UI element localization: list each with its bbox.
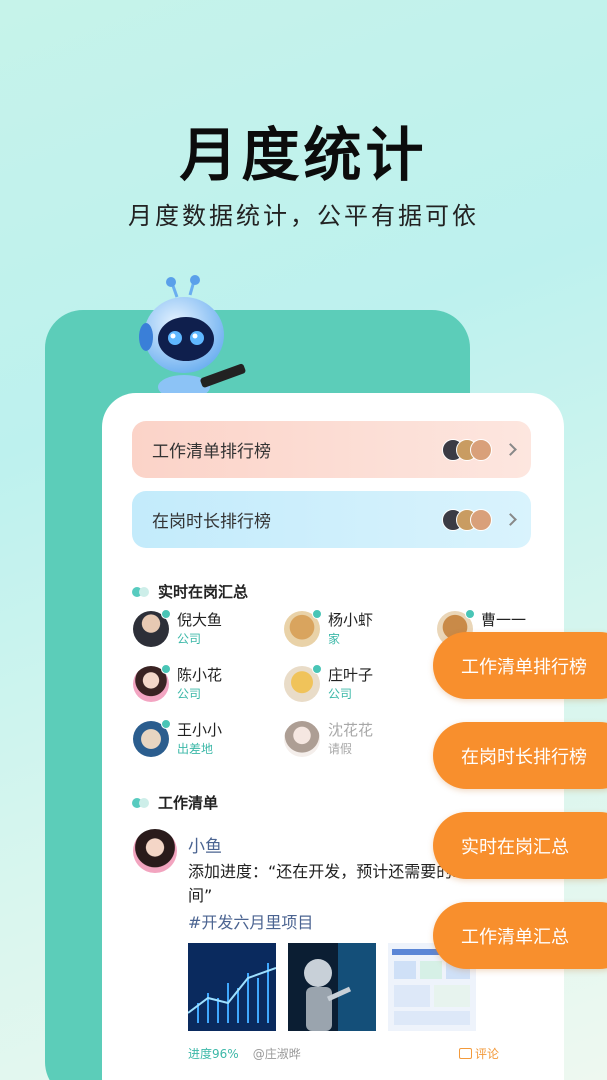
person-item[interactable]: 倪大鱼 公司 bbox=[133, 609, 223, 647]
comment-button[interactable]: 评论 bbox=[459, 1045, 499, 1062]
avatar bbox=[284, 721, 320, 757]
person-name: 王小小 bbox=[177, 721, 223, 739]
post-meta: 进度96% @庄淑晔 bbox=[188, 1045, 301, 1062]
section-dot-icon bbox=[132, 797, 154, 808]
person-item[interactable]: 杨小虾家 bbox=[284, 609, 374, 647]
page-title: 月度统计 bbox=[179, 121, 428, 189]
pill-work-list-ranking[interactable]: 工作清单排行榜 bbox=[433, 632, 607, 699]
avatar[interactable] bbox=[133, 829, 177, 873]
realtime-section-header: 实时在岗汇总 bbox=[132, 581, 248, 602]
page-subtitle: 月度数据统计，公平有据可依 bbox=[128, 202, 479, 230]
person-name: 沈花花 bbox=[328, 721, 374, 739]
person-name: 杨小虾 bbox=[328, 611, 374, 629]
progress-text: 进度96% bbox=[188, 1047, 239, 1061]
person-name: 倪大鱼 bbox=[177, 611, 223, 629]
online-dot bbox=[161, 719, 171, 729]
person-name: 陈小花 bbox=[177, 666, 223, 684]
ranking-avatars bbox=[442, 508, 492, 531]
pill-work-list-summary[interactable]: 工作清单汇总 bbox=[433, 902, 607, 969]
work-list-ranking-bar[interactable]: 工作清单排行榜 bbox=[132, 421, 531, 478]
person-status: 请假 bbox=[328, 742, 353, 756]
section-title: 实时在岗汇总 bbox=[158, 583, 249, 601]
person-item[interactable]: 庄叶子 公司 bbox=[284, 664, 374, 702]
avatar bbox=[470, 438, 492, 461]
person-status: 公司 bbox=[177, 632, 202, 646]
section-dot-icon bbox=[132, 586, 154, 597]
person-status: 出差地 bbox=[177, 742, 214, 756]
person-item[interactable]: 陈小花 公司 bbox=[133, 664, 223, 702]
comment-label: 评论 bbox=[475, 1047, 500, 1061]
section-title: 工作清单 bbox=[158, 794, 219, 812]
comment-icon bbox=[459, 1048, 472, 1059]
worklist-section-header: 工作清单 bbox=[132, 792, 218, 813]
person-item[interactable]: 沈花花 请假 bbox=[284, 721, 373, 757]
online-dot bbox=[161, 664, 171, 674]
post-author[interactable]: 小鱼 bbox=[188, 832, 222, 857]
person-status: 家 bbox=[328, 632, 341, 646]
chevron-right-icon bbox=[504, 443, 517, 456]
ranking-label: 在岗时长排行榜 bbox=[152, 512, 271, 532]
post-image[interactable] bbox=[288, 943, 376, 1031]
online-dot bbox=[312, 609, 322, 619]
pill-on-duty-ranking[interactable]: 在岗时长排行榜 bbox=[433, 722, 607, 789]
person-name: 庄叶子 bbox=[328, 666, 374, 684]
post-tag[interactable]: #开发六月里项目 bbox=[188, 909, 313, 933]
online-dot bbox=[161, 609, 171, 619]
ranking-label: 工作清单排行榜 bbox=[152, 442, 271, 462]
post-image[interactable] bbox=[188, 943, 276, 1031]
robot-mascot-icon bbox=[139, 275, 246, 399]
online-dot bbox=[465, 609, 475, 619]
chevron-right-icon bbox=[504, 513, 517, 526]
person-status: 公司 bbox=[177, 687, 202, 701]
mention-text[interactable]: @庄淑晔 bbox=[253, 1045, 301, 1062]
person-status: 公司 bbox=[328, 687, 353, 701]
on-duty-ranking-bar[interactable]: 在岗时长排行榜 bbox=[132, 491, 531, 548]
person-name: 曹一一 bbox=[481, 611, 527, 629]
person-item[interactable]: 王小小 出差地 bbox=[133, 719, 223, 757]
pill-realtime-summary[interactable]: 实时在岗汇总 bbox=[433, 812, 607, 879]
online-dot bbox=[312, 664, 322, 674]
ranking-avatars bbox=[442, 438, 492, 461]
avatar bbox=[470, 508, 492, 531]
